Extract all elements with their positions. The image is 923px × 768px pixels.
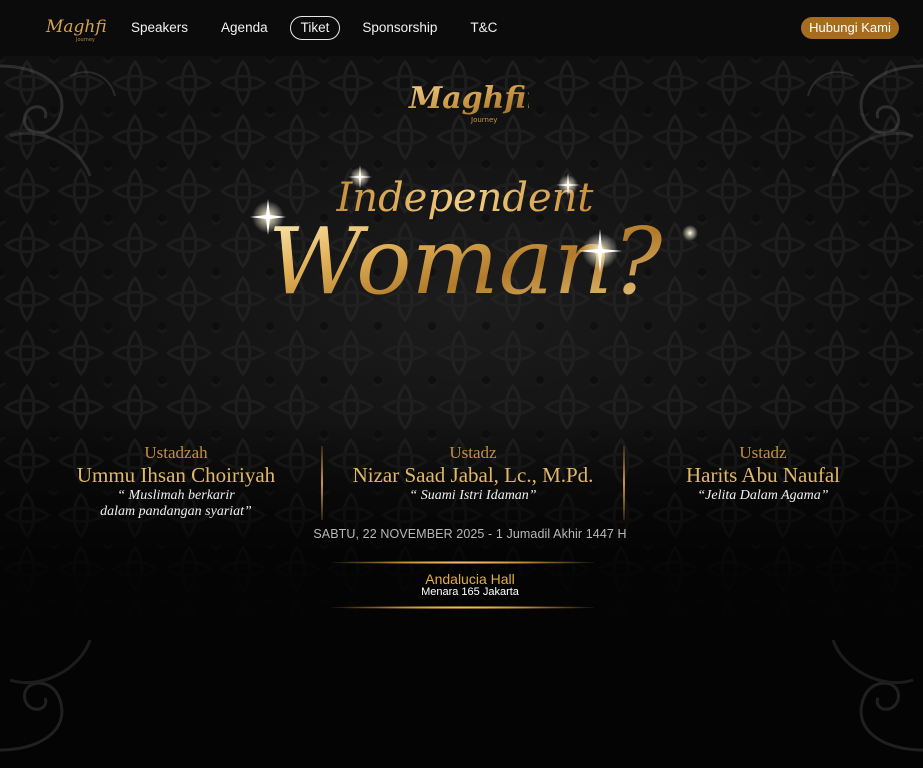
- landing-page: Maghfira Journey Speakers Agenda Tiket S…: [0, 0, 923, 768]
- speaker-divider: [321, 446, 323, 520]
- event-date: SABTU, 22 NOVEMBER 2025 - 1 Jumadil Akhi…: [313, 527, 627, 541]
- speaker-name: Nizar Saad Jabal, Lc., M.Pd.: [352, 463, 594, 487]
- venue-address: Menara 165 Jakarta: [421, 586, 519, 598]
- speaker-role: Ustadz: [739, 443, 787, 462]
- speaker-name: Harits Abu Naufal: [686, 463, 840, 487]
- speaker-card: Ustadz Nizar Saad Jabal, Lc., M.Pd. “ Su…: [335, 444, 611, 504]
- hero-title: Independent Woman?: [250, 165, 698, 315]
- nav-links: Speakers Agenda Tiket Sponsorship T&C: [120, 16, 519, 40]
- navbar: Maghfira Journey Speakers Agenda Tiket S…: [0, 0, 923, 56]
- speaker-topic: “ Muslimah berkarir dalam pandangan syar…: [100, 488, 252, 519]
- speaker-topic: “ Suami Istri Idaman”: [409, 488, 537, 503]
- gold-glow-divider: [332, 606, 594, 609]
- nav-item-agenda[interactable]: Agenda: [210, 16, 279, 40]
- sparkle-icon: [682, 225, 698, 241]
- contact-button[interactable]: Hubungi Kami: [801, 17, 899, 39]
- speaker-role: Ustadz: [449, 443, 497, 462]
- speaker-divider: [623, 446, 625, 520]
- corner-ornament-icon: [0, 639, 92, 752]
- nav-logo-subtext: Journey: [75, 37, 95, 43]
- corner-ornament-icon: [831, 639, 923, 752]
- speaker-topic: “Jelita Dalam Agama”: [697, 488, 829, 503]
- nav-item-tnc[interactable]: T&C: [459, 16, 508, 40]
- hero-logo: Maghfira Journey: [408, 81, 529, 124]
- nav-item-sponsorship[interactable]: Sponsorship: [351, 16, 448, 40]
- nav-item-tiket[interactable]: Tiket: [289, 16, 341, 40]
- corner-ornament-icon: [807, 64, 923, 177]
- corner-ornament-icon: [0, 64, 116, 177]
- venue-name: Andalucia Hall: [425, 571, 515, 587]
- speaker-card: Ustadz Harits Abu Naufal “Jelita Dalam A…: [648, 444, 878, 504]
- nav-item-speakers[interactable]: Speakers: [120, 16, 199, 40]
- hero-logo-subtext: Journey: [470, 116, 497, 124]
- speaker-role: Ustadzah: [144, 443, 208, 462]
- speaker-card: Ustadzah Ummu Ihsan Choiriyah “ Muslimah…: [58, 444, 294, 520]
- speaker-name: Ummu Ihsan Choiriyah: [76, 463, 276, 487]
- nav-logo[interactable]: Maghfira Journey: [44, 10, 106, 44]
- nav-logo-text: Maghfira: [45, 17, 106, 37]
- gold-glow-divider: [332, 561, 594, 564]
- hero-logo-text: Maghfira: [408, 81, 529, 116]
